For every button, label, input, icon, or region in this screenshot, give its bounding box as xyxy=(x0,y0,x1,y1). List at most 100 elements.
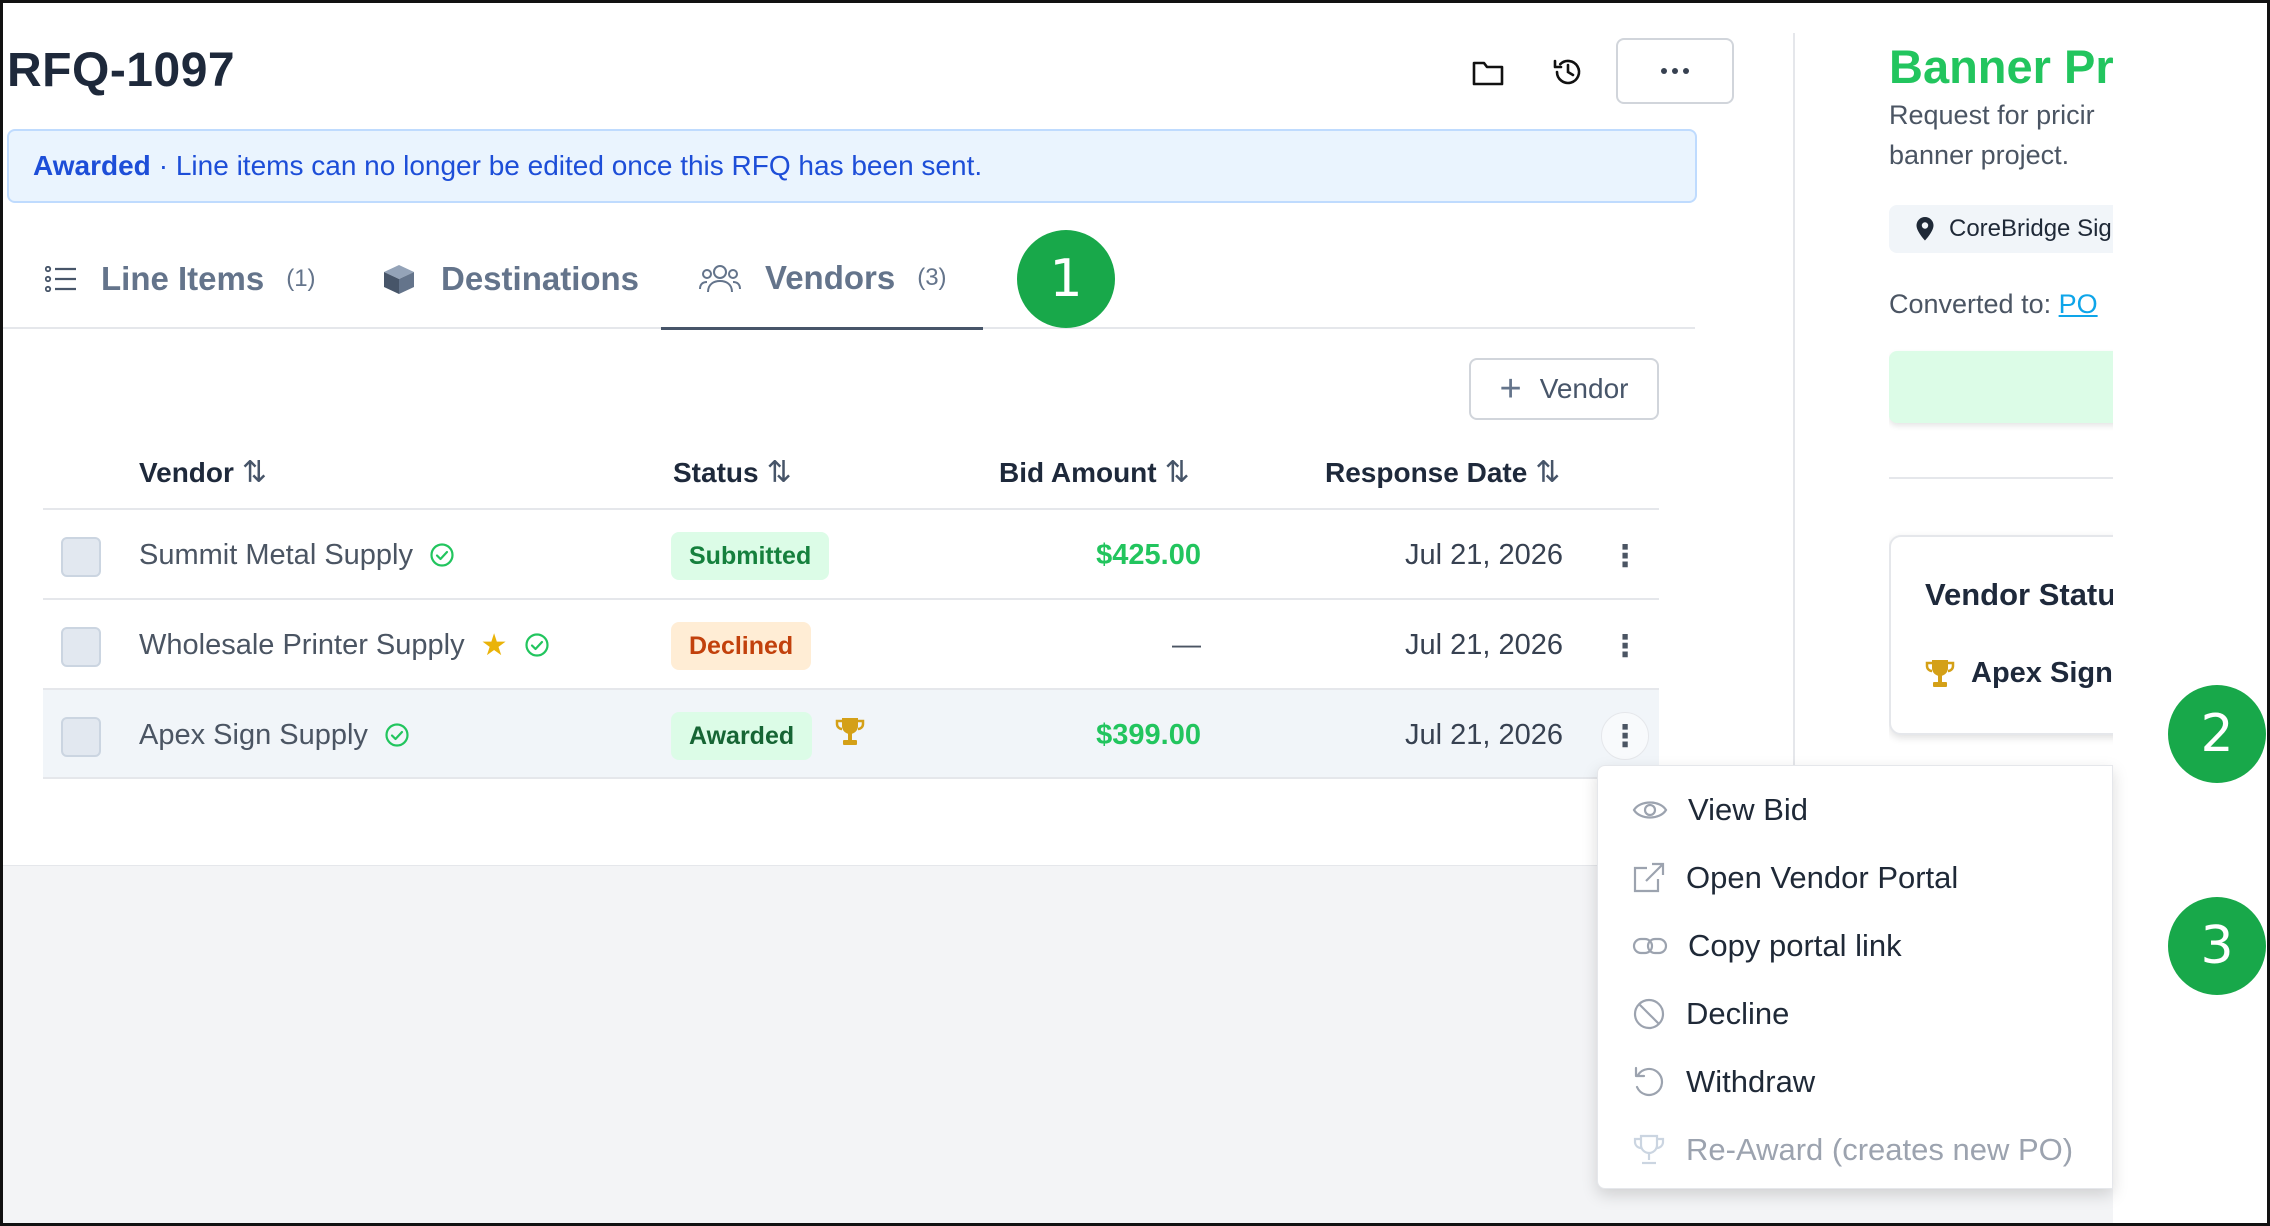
vendor-name-text: Apex Sign Supply xyxy=(139,718,368,751)
side-title: Banner Pri xyxy=(1889,40,2113,93)
column-header-vendor-label: Vendor xyxy=(139,456,234,488)
external-link-icon xyxy=(1633,862,1665,893)
card-title: Vendor Statu xyxy=(1925,577,2113,612)
sort-icon: ⇅ xyxy=(241,456,268,489)
users-icon xyxy=(699,265,741,293)
add-vendor-button[interactable]: + Vendor xyxy=(1469,358,1659,420)
vendor-name-text: Summit Metal Supply xyxy=(139,538,413,571)
response-date: Jul 21, 2026 xyxy=(1404,538,1563,571)
row-actions-button[interactable]: ⋮ xyxy=(1601,712,1649,760)
eye-icon xyxy=(1632,801,1668,819)
menu-item-label: Copy portal link xyxy=(1688,928,1902,963)
trophy-icon xyxy=(835,718,865,745)
row-checkbox[interactable] xyxy=(61,717,101,757)
row-actions-button[interactable]: ⋮ xyxy=(1601,622,1649,670)
status-badge: Awarded xyxy=(671,712,813,760)
vendor-name: Summit Metal Supply xyxy=(139,510,455,600)
map-pin-icon xyxy=(1916,217,1934,241)
vendor-name-text: Wholesale Printer Supply xyxy=(139,628,465,661)
bid-amount: $425.00 xyxy=(1096,538,1201,571)
side-divider xyxy=(1889,477,2113,479)
annotation-badge-2: 2 xyxy=(2168,685,2266,783)
row-actions-menu: View Bid Open Vendor Portal Copy portal … xyxy=(1597,765,2113,1189)
response-date: Jul 21, 2026 xyxy=(1404,628,1563,661)
menu-item-withdraw[interactable]: Withdraw xyxy=(1598,1048,2112,1116)
screenshot-frame: RFQ-1097 Awarded · Line items can no lon… xyxy=(0,0,2270,1226)
annotation-badge-3: 3 xyxy=(2168,897,2266,995)
undo-icon xyxy=(1634,1066,1664,1097)
column-header-bid-label: Bid Amount xyxy=(999,456,1157,488)
location-chip: CoreBridge Sig xyxy=(1889,205,2113,253)
vendor-status-card: Vendor Statu Apex Sign xyxy=(1889,535,2113,735)
tab-bar: Line Items (1) Destinations Vendors (3) xyxy=(3,229,1695,330)
tab-vendors-count: (3) xyxy=(917,264,947,291)
tab-vendors[interactable]: Vendors (3) xyxy=(661,229,983,330)
row-actions-button[interactable]: ⋮ xyxy=(1601,532,1649,580)
sort-icon: ⇅ xyxy=(766,456,792,489)
tab-vendors-label: Vendors xyxy=(765,259,896,296)
vendor-name: Wholesale Printer Supply ★ xyxy=(139,600,550,690)
row-checkbox[interactable] xyxy=(61,627,101,667)
plus-icon: + xyxy=(1499,367,1522,410)
status-badge: Declined xyxy=(671,622,812,670)
info-banner: Awarded · Line items can no longer be ed… xyxy=(7,129,1697,203)
tab-destinations[interactable]: Destinations xyxy=(381,229,639,329)
card-value: Apex Sign xyxy=(1925,657,2113,690)
converted-to: Converted to: PO xyxy=(1889,289,2098,320)
menu-item-view-bid[interactable]: View Bid xyxy=(1598,776,2112,844)
box-icon xyxy=(384,265,414,294)
menu-item-label: Open Vendor Portal xyxy=(1686,860,1959,895)
status-badge: Submitted xyxy=(671,532,830,580)
ban-icon xyxy=(1633,998,1665,1030)
verified-icon xyxy=(524,633,549,657)
folder-icon[interactable] xyxy=(1461,45,1515,99)
location-text: CoreBridge Sig xyxy=(1949,215,2112,242)
menu-item-decline[interactable]: Decline xyxy=(1598,980,2112,1048)
table-row[interactable]: Summit Metal Supply Submitted $425.00 Ju… xyxy=(43,508,1659,598)
tab-line-items[interactable]: Line Items (1) xyxy=(45,229,316,329)
link-icon xyxy=(1632,937,1668,955)
tab-destinations-label: Destinations xyxy=(441,260,640,297)
response-date: Jul 21, 2026 xyxy=(1404,718,1563,751)
verified-icon xyxy=(385,723,409,747)
menu-item-label: View Bid xyxy=(1688,792,1809,827)
po-link[interactable]: PO xyxy=(2059,289,2098,319)
history-icon[interactable] xyxy=(1541,45,1595,99)
row-checkbox[interactable] xyxy=(61,537,101,577)
tab-line-items-count: (1) xyxy=(286,265,316,292)
star-icon: ★ xyxy=(480,628,508,662)
add-vendor-label: Vendor xyxy=(1539,373,1629,404)
trophy-icon xyxy=(1925,659,1955,687)
table-row[interactable]: Wholesale Printer Supply ★ Declined — Ju… xyxy=(43,598,1659,688)
vendor-name: Apex Sign Supply xyxy=(139,690,410,780)
column-header-bid-amount[interactable]: Bid Amount ⇅ xyxy=(999,455,1190,490)
trophy-icon xyxy=(1633,1134,1665,1165)
bid-amount: — xyxy=(1172,628,1201,661)
column-header-response-date[interactable]: Response Date ⇅ xyxy=(1325,455,1560,490)
column-header-date-label: Response Date xyxy=(1325,456,1528,488)
menu-item-label: Withdraw xyxy=(1686,1064,1816,1099)
more-icon xyxy=(1661,68,1689,74)
menu-item-re-award: Re-Award (creates new PO) xyxy=(1598,1116,2112,1184)
menu-item-open-vendor-portal[interactable]: Open Vendor Portal xyxy=(1598,844,2112,912)
banner-message: · Line items can no longer be edited onc… xyxy=(158,150,983,181)
column-header-status-label: Status xyxy=(673,456,759,488)
verified-icon xyxy=(430,543,454,567)
bid-amount: $399.00 xyxy=(1096,718,1201,751)
card-value-text: Apex Sign xyxy=(1971,657,2113,689)
banner-status: Awarded xyxy=(33,150,151,181)
menu-item-copy-portal-link[interactable]: Copy portal link xyxy=(1598,912,2112,980)
more-options-button[interactable] xyxy=(1616,38,1734,104)
green-action-button[interactable] xyxy=(1889,351,2113,423)
menu-item-label: Decline xyxy=(1686,996,1790,1031)
menu-item-label: Re-Award (creates new PO) xyxy=(1686,1132,2074,1167)
column-header-vendor[interactable]: Vendor ⇅ xyxy=(139,455,267,490)
table-row[interactable]: Apex Sign Supply Awarded $399.00 Jul 21,… xyxy=(43,688,1659,778)
tab-line-items-label: Line Items xyxy=(101,260,265,297)
sort-icon: ⇅ xyxy=(1164,456,1190,489)
annotation-badge-1: 1 xyxy=(1017,230,1115,328)
column-header-status[interactable]: Status ⇅ xyxy=(673,455,792,490)
page-title: RFQ-1097 xyxy=(7,44,236,97)
main-panel: RFQ-1097 Awarded · Line items can no lon… xyxy=(3,3,1734,865)
sort-icon: ⇅ xyxy=(1535,456,1561,489)
